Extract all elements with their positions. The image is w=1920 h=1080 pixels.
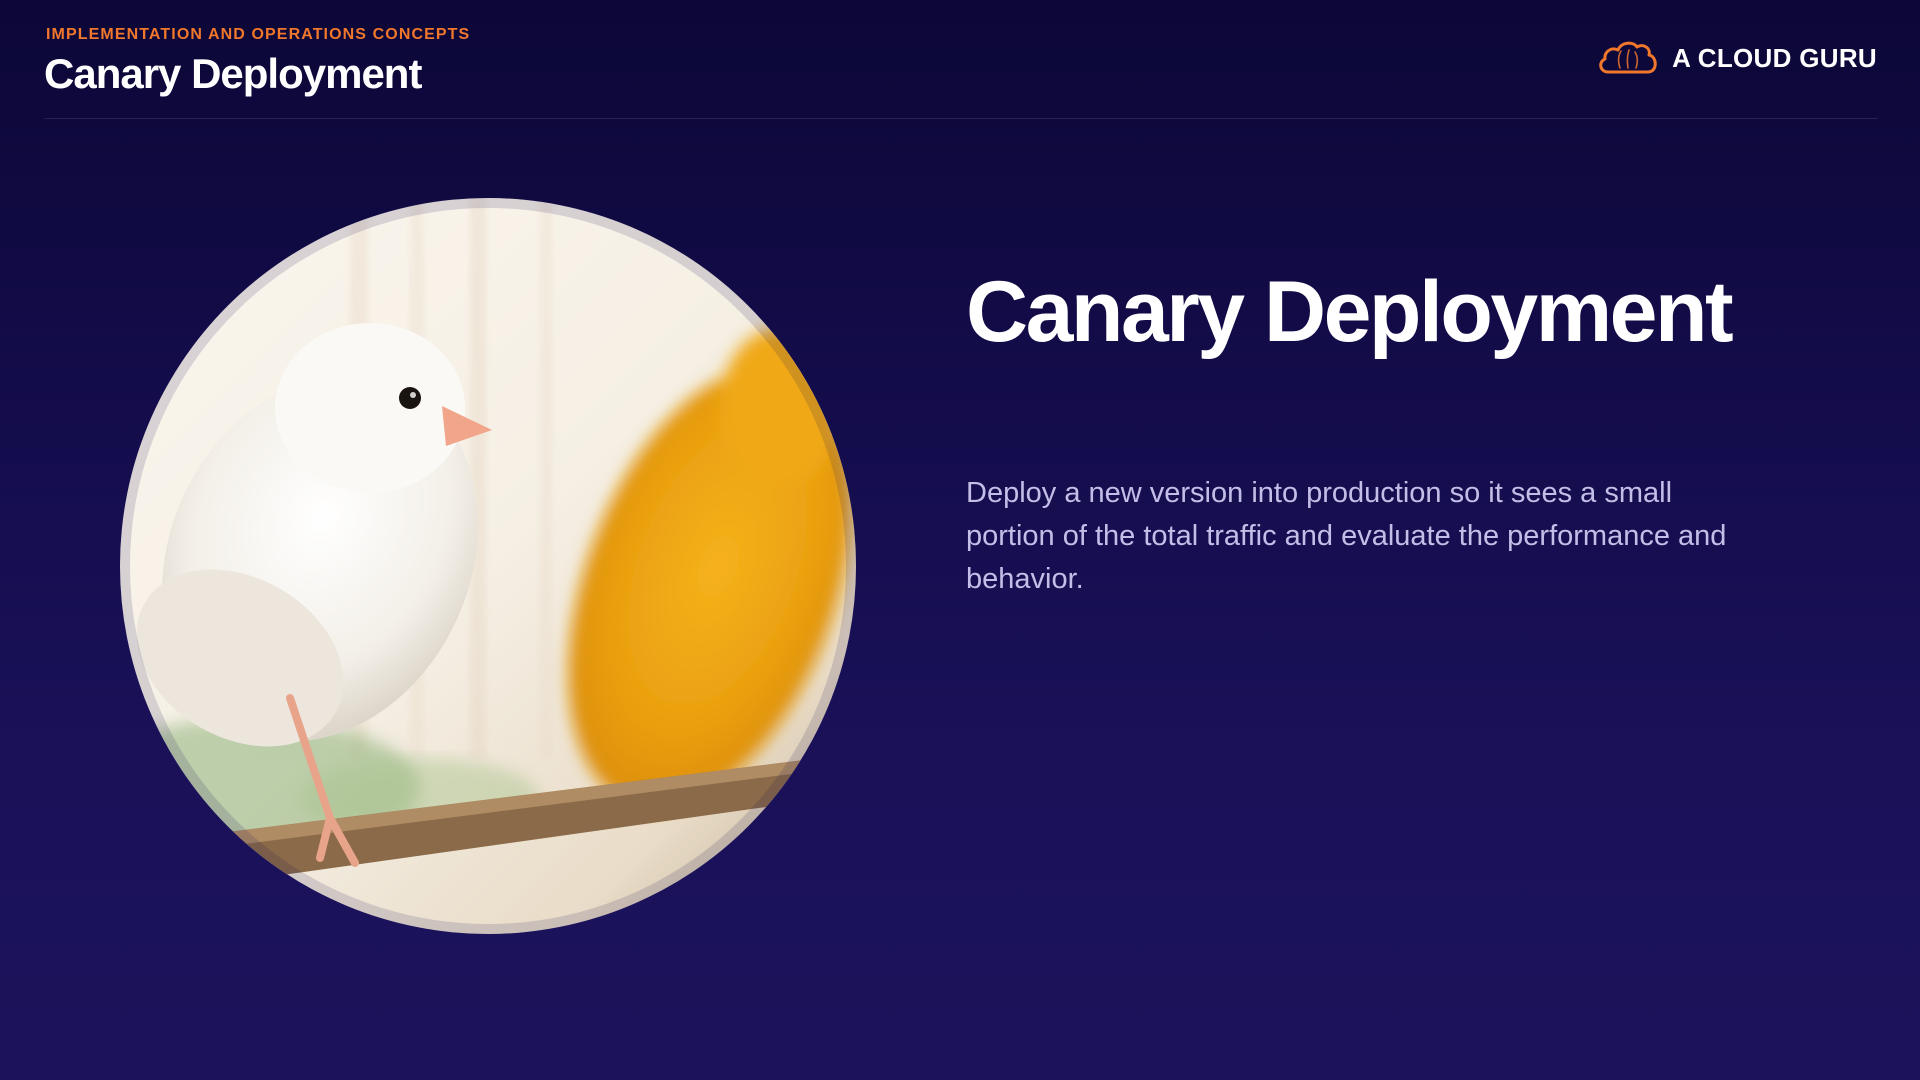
slide-title: Canary Deployment bbox=[966, 264, 1734, 360]
canary-birds-image bbox=[120, 198, 856, 934]
header-divider bbox=[44, 118, 1878, 119]
canary-photo bbox=[120, 198, 856, 934]
header-title: Canary Deployment bbox=[44, 50, 422, 97]
brand-name: A CLOUD GURU bbox=[1672, 42, 1877, 73]
slide-description: Deploy a new version into production so … bbox=[966, 477, 1727, 595]
cloud-icon bbox=[1599, 41, 1657, 74]
slide-content: Canary Deployment Deploy a new version i… bbox=[966, 262, 1786, 601]
section-eyebrow: IMPLEMENTATION AND OPERATIONS CONCEPTS bbox=[46, 26, 471, 43]
brand-logo: A CLOUD GURU bbox=[1596, 38, 1877, 78]
